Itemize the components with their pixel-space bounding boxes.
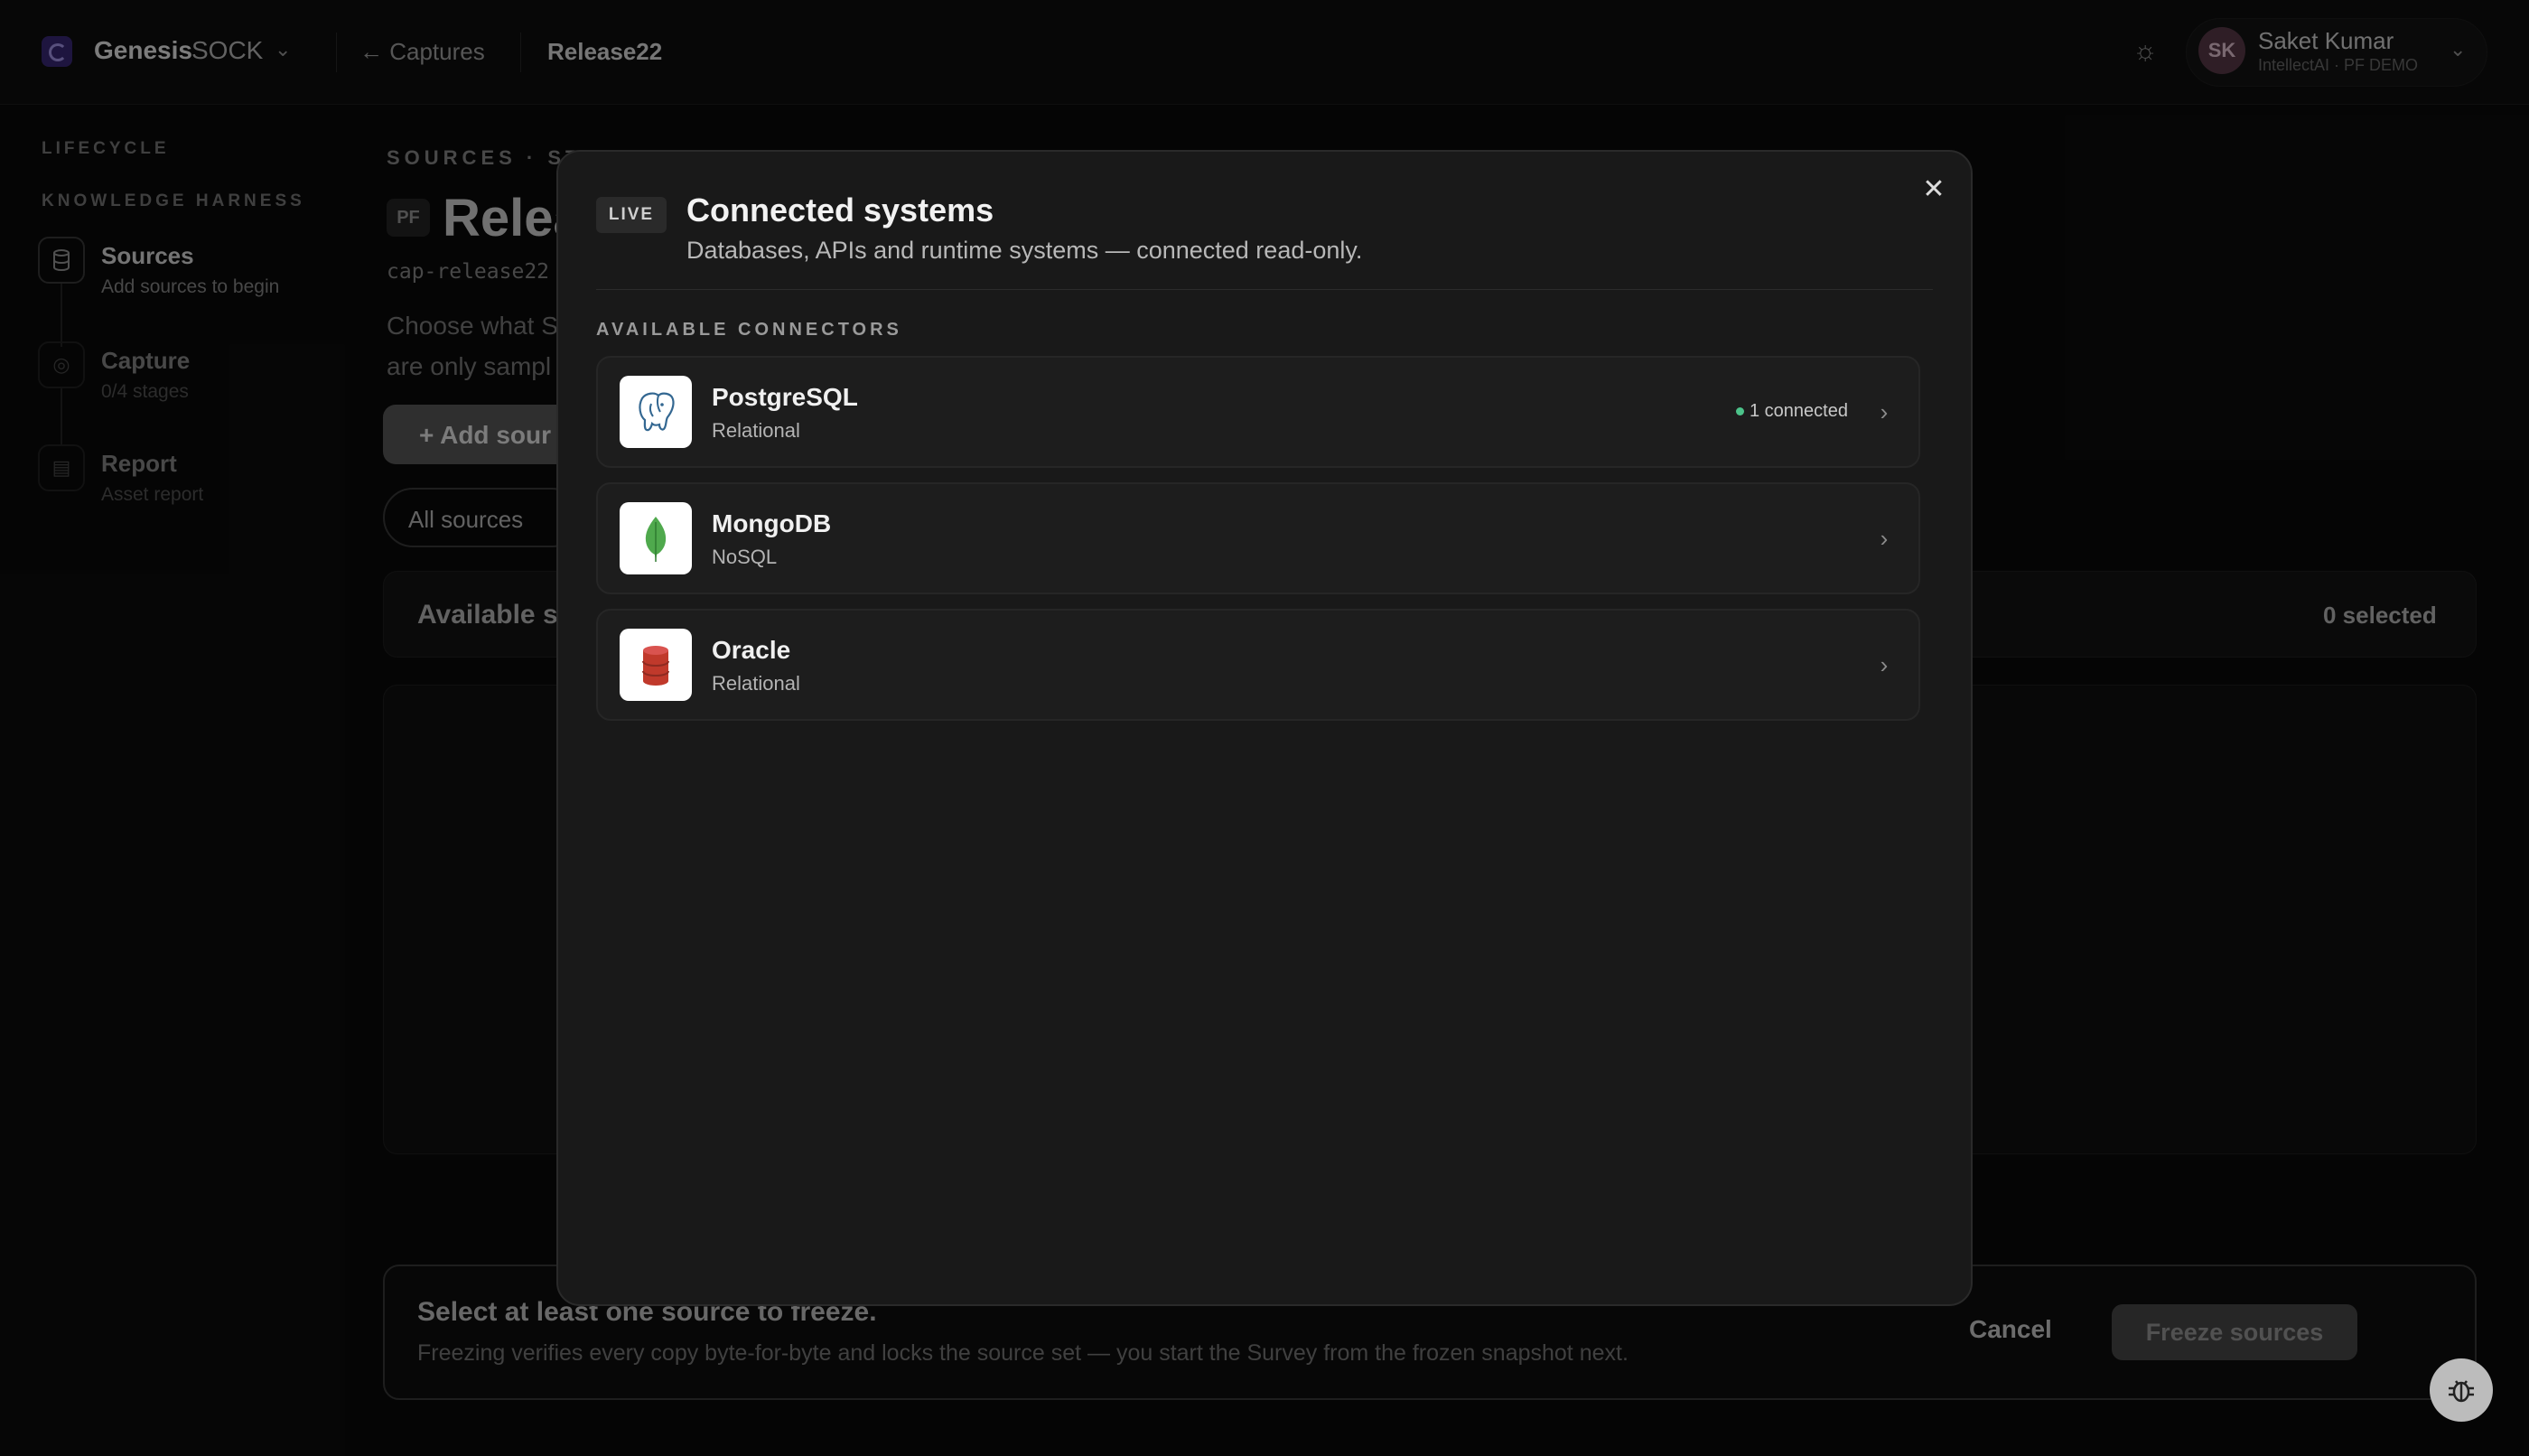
divider bbox=[596, 289, 1933, 290]
status-dot-icon bbox=[1736, 407, 1744, 416]
modal-title: Connected systems bbox=[686, 191, 994, 229]
oracle-database-icon bbox=[620, 629, 692, 701]
live-badge: LIVE bbox=[596, 197, 667, 233]
chevron-right-icon[interactable]: › bbox=[1873, 398, 1895, 425]
modal-subtitle: Databases, APIs and runtime systems — co… bbox=[686, 237, 1363, 264]
chevron-right-icon[interactable]: › bbox=[1873, 525, 1895, 552]
connector-type: NoSQL bbox=[712, 546, 778, 568]
bug-report-icon[interactable] bbox=[2430, 1358, 2493, 1422]
connector-name: Oracle bbox=[712, 636, 791, 664]
chevron-right-icon[interactable]: › bbox=[1873, 651, 1895, 678]
connector-type: Relational bbox=[712, 672, 800, 695]
close-icon[interactable]: ✕ bbox=[1918, 173, 1949, 204]
mongodb-leaf-icon bbox=[620, 502, 692, 574]
connector-name: MongoDB bbox=[712, 509, 832, 537]
connection-status-label: 1 connected bbox=[1750, 401, 1848, 421]
postgresql-elephant-icon bbox=[620, 376, 692, 448]
connector-name: PostgreSQL bbox=[712, 383, 858, 411]
connector-mongodb[interactable] bbox=[596, 482, 1920, 594]
connector-oracle[interactable] bbox=[596, 609, 1920, 721]
connector-postgresql[interactable] bbox=[596, 356, 1920, 468]
connection-status: 1 connected bbox=[1736, 401, 1848, 422]
connectors-section-label: AVAILABLE CONNECTORS bbox=[596, 320, 902, 340]
connector-type: Relational bbox=[712, 419, 800, 442]
